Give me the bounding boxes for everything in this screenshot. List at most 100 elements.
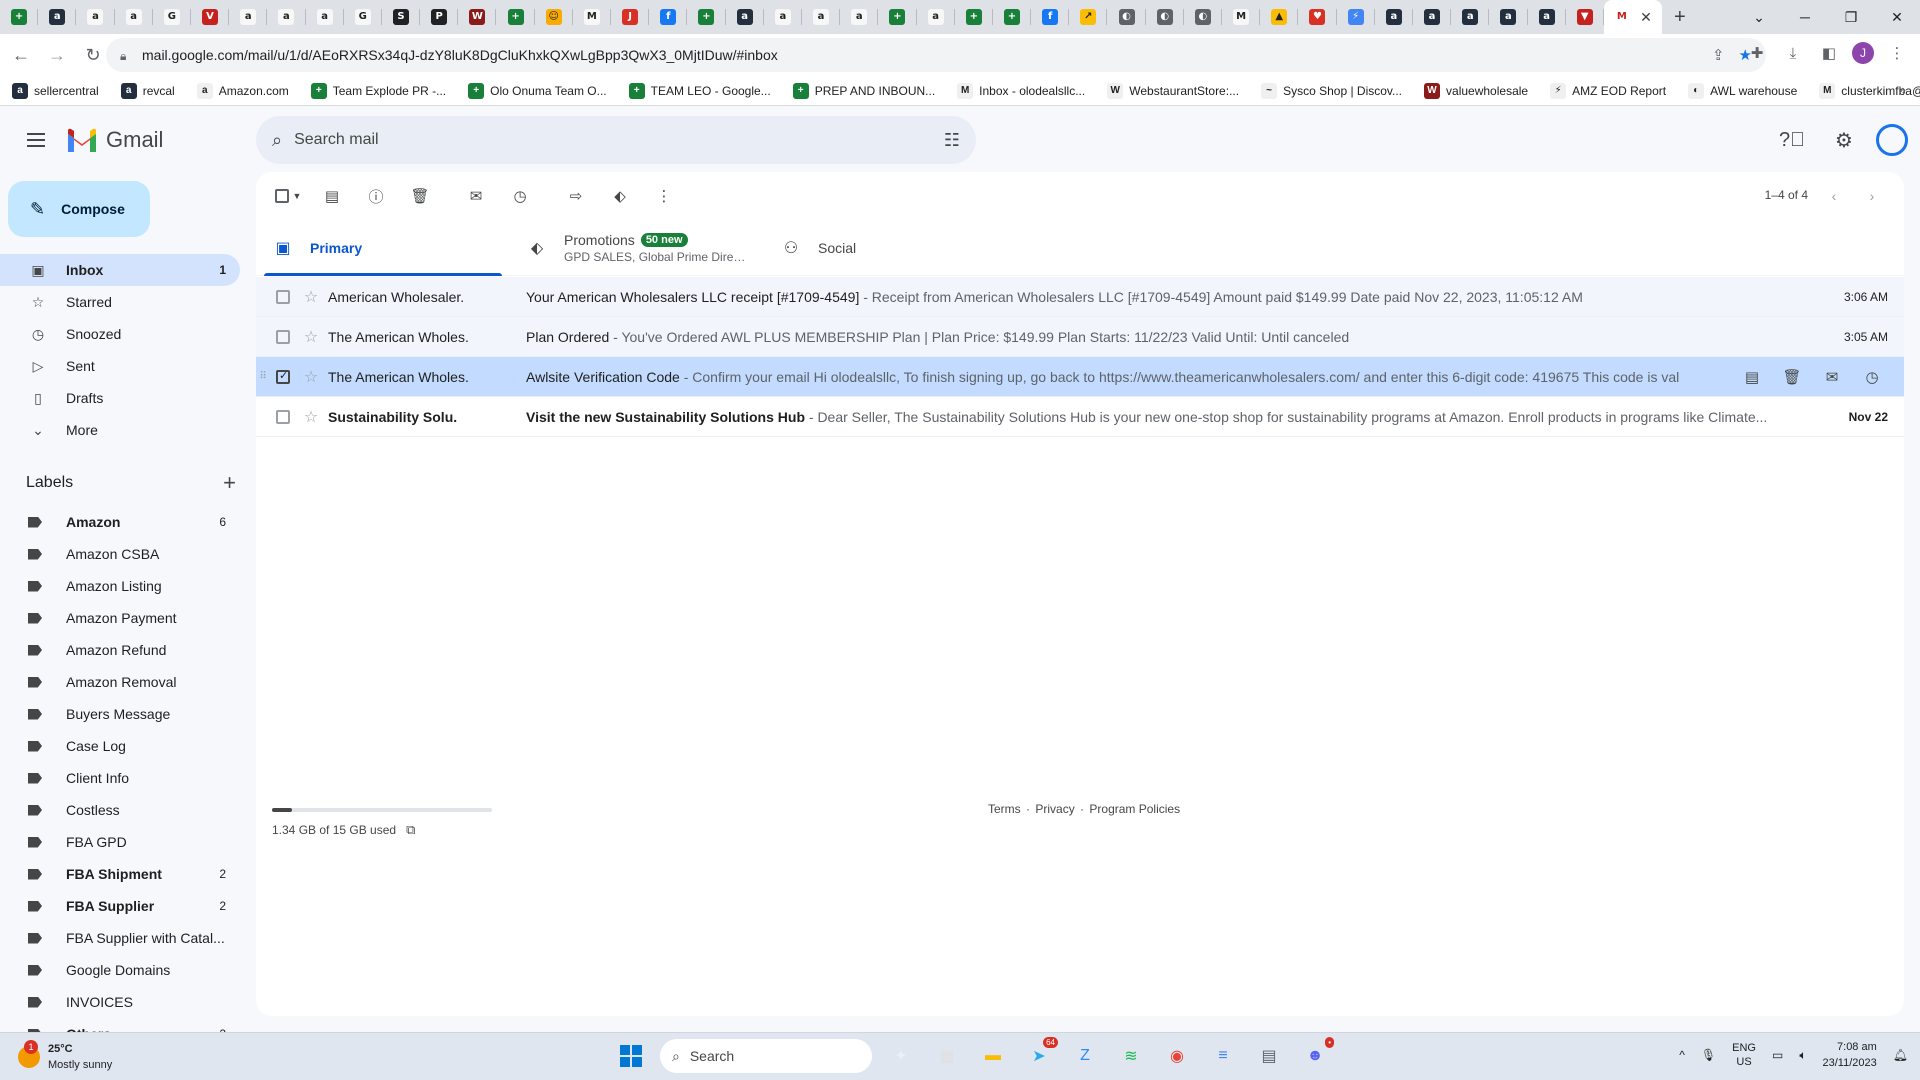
browser-tab[interactable]: ◐ <box>1184 0 1222 34</box>
address-bar[interactable]: 🔒︎ mail.google.com/mail/u/1/d/AEoRXRSx34… <box>106 38 1766 72</box>
drag-handle-icon[interactable]: ⠿ <box>256 371 270 382</box>
more-options-icon[interactable]: ⋮ <box>644 176 684 216</box>
weather-widget[interactable]: 1 25°C Mostly sunny <box>18 1040 112 1073</box>
browser-tab[interactable]: a <box>1528 0 1566 34</box>
label-item[interactable]: FBA GPD <box>0 826 240 858</box>
tab-search-icon[interactable]: ⌄ <box>1736 0 1782 34</box>
bookmark-item[interactable]: Wvaluewholesale <box>1424 82 1528 99</box>
label-item[interactable]: Amazon 6 <box>0 506 240 538</box>
file-manager-app[interactable]: ▦ <box>930 1039 964 1073</box>
restore-button[interactable]: ❐ <box>1828 0 1874 34</box>
microphone-icon[interactable]: 🎙︎ <box>1701 1048 1716 1062</box>
browser-tab[interactable]: + <box>687 0 726 34</box>
label-item[interactable]: Amazon Refund <box>0 634 240 666</box>
add-label-icon[interactable]: + <box>223 470 236 496</box>
tab-primary[interactable]: ▣ Primary <box>256 220 510 276</box>
label-item[interactable]: FBA Supplier 2 <box>0 890 240 922</box>
chrome-app[interactable]: ◉ <box>1160 1039 1194 1073</box>
chevron-up-icon[interactable]: ^ <box>1679 1048 1685 1062</box>
discord-app[interactable]: ☻ • <box>1298 1037 1334 1073</box>
bookmark-item[interactable]: ⚡ AMZ EOD Report <box>1550 82 1666 99</box>
delete-icon[interactable]: 🗑︎ <box>400 176 440 216</box>
zoom-app[interactable]: Z <box>1068 1039 1102 1073</box>
browser-tab[interactable]: a <box>802 0 841 34</box>
clock[interactable]: 7:08 am 23/11/2023 <box>1823 1039 1877 1071</box>
snooze-icon[interactable]: ◷ <box>1852 368 1892 386</box>
profile-avatar[interactable]: J <box>1852 42 1874 64</box>
browser-tab[interactable]: a <box>1451 0 1490 34</box>
mark-unread-icon[interactable]: ✉ <box>1812 368 1852 386</box>
start-button[interactable] <box>614 1039 648 1073</box>
email-row[interactable]: ☆ American Wholesaler. Your American Whole… <box>256 277 1904 317</box>
bookmark-item[interactable]: a sellercentral <box>12 82 99 99</box>
mark-unread-icon[interactable]: ✉ <box>456 176 496 216</box>
gmail-logo[interactable]: Gmail <box>66 127 163 153</box>
browser-tab[interactable]: + <box>955 0 993 34</box>
label-item[interactable]: Amazon Listing <box>0 570 240 602</box>
browser-tab[interactable]: ▼ <box>1566 0 1604 34</box>
share-icon[interactable]: ⇪ <box>1712 46 1725 64</box>
bookmark-item[interactable]: + Olo Onuma Team O... <box>468 82 607 99</box>
browser-tab[interactable]: M <box>1222 0 1261 34</box>
label-item[interactable]: Client Info <box>0 762 240 794</box>
browser-tab[interactable]: + <box>0 0 39 34</box>
browser-tab[interactable]: a <box>76 0 115 34</box>
browser-tab[interactable]: a <box>726 0 764 34</box>
browser-tab[interactable]: a <box>917 0 955 34</box>
browser-tab[interactable]: S <box>382 0 421 34</box>
row-checkbox[interactable] <box>270 369 296 384</box>
bookmark-item[interactable]: + Team Explode PR -... <box>310 82 446 99</box>
row-checkbox[interactable] <box>270 289 296 304</box>
side-panel-icon[interactable]: ◧ <box>1816 40 1842 66</box>
browser-tab[interactable]: + <box>878 0 917 34</box>
bookmark-item[interactable]: ~ Sysco Shop | Discov... <box>1261 82 1402 99</box>
external-link-icon[interactable]: ⧉ <box>406 822 415 838</box>
copilot-app[interactable]: ✦ <box>884 1039 918 1073</box>
label-item[interactable]: Case Log <box>0 730 240 762</box>
label-item[interactable]: Amazon Removal <box>0 666 240 698</box>
snooze-icon[interactable]: ◷ <box>500 176 540 216</box>
bookmark-item[interactable]: a revcal <box>120 82 175 99</box>
label-item[interactable]: FBA Shipment 2 <box>0 858 240 890</box>
telegram-app[interactable]: ➤ 64 <box>1022 1037 1058 1073</box>
label-item[interactable]: Buyers Message <box>0 698 240 730</box>
notification-bell-icon[interactable]: 🔔︎ <box>1893 1048 1908 1062</box>
archive-icon[interactable]: ▤ <box>1732 368 1772 386</box>
bookmark-item[interactable]: W WebstaurantStore:... <box>1107 82 1239 99</box>
label-item[interactable]: Google Domains <box>0 954 240 986</box>
url-text[interactable]: mail.google.com/mail/u/1/d/AEoRXRSx34qJ-… <box>142 47 1698 63</box>
browser-tab[interactable]: a <box>1375 0 1413 34</box>
browser-tab[interactable]: a <box>229 0 268 34</box>
select-all-checkbox[interactable]: ▼ <box>268 176 308 216</box>
label-item[interactable]: Others2 <box>0 1018 240 1032</box>
lock-icon[interactable]: 🔒︎ <box>120 49 132 63</box>
browser-tab[interactable]: a <box>840 0 879 34</box>
browser-tab[interactable]: ◐ <box>1146 0 1184 34</box>
program-policies-link[interactable]: Program Policies <box>1089 802 1180 816</box>
browser-tab[interactable]: P <box>420 0 459 34</box>
row-checkbox[interactable] <box>270 329 296 344</box>
move-to-icon[interactable]: ⇨ <box>556 176 596 216</box>
nav-item-starred[interactable]: ☆ Starred <box>0 286 240 318</box>
spotify-app[interactable]: ≋ <box>1114 1039 1148 1073</box>
search-input[interactable] <box>294 131 944 149</box>
nav-item-sent[interactable]: ▷ Sent <box>0 350 240 382</box>
email-row[interactable]: ☆ Sustainability Solu. Visit the new Susta… <box>256 397 1904 437</box>
gear-icon[interactable]: ⚙ <box>1824 120 1864 160</box>
nav-item-more[interactable]: ⌄ More <box>0 414 240 446</box>
delete-icon[interactable]: 🗑︎ <box>1772 368 1812 386</box>
browser-tab[interactable]: ◐ <box>1107 0 1146 34</box>
account-avatar[interactable] <box>1876 124 1908 156</box>
tab-promotions[interactable]: ⬖ Promotions 50 new GPD SALES, Global Prime… <box>510 220 764 276</box>
next-page-icon[interactable]: › <box>1858 182 1886 210</box>
compose-button[interactable]: ✎ Compose <box>8 181 150 237</box>
forward-button[interactable]: → <box>42 40 72 70</box>
row-checkbox[interactable] <box>270 409 296 424</box>
taskbar-search[interactable]: ⌕ Search <box>660 1039 872 1073</box>
browser-tab[interactable]: ☺ <box>535 0 573 34</box>
browser-tab[interactable]: ♥ <box>1298 0 1337 34</box>
tab-social[interactable]: ⚇ Social <box>764 220 1018 276</box>
email-row[interactable]: ☆ The American Wholes. Plan Ordered - You'… <box>256 317 1904 357</box>
bookmark-item[interactable]: + TEAM LEO - Google... <box>628 82 771 99</box>
network-icon[interactable]: ▭ <box>1772 1048 1783 1062</box>
